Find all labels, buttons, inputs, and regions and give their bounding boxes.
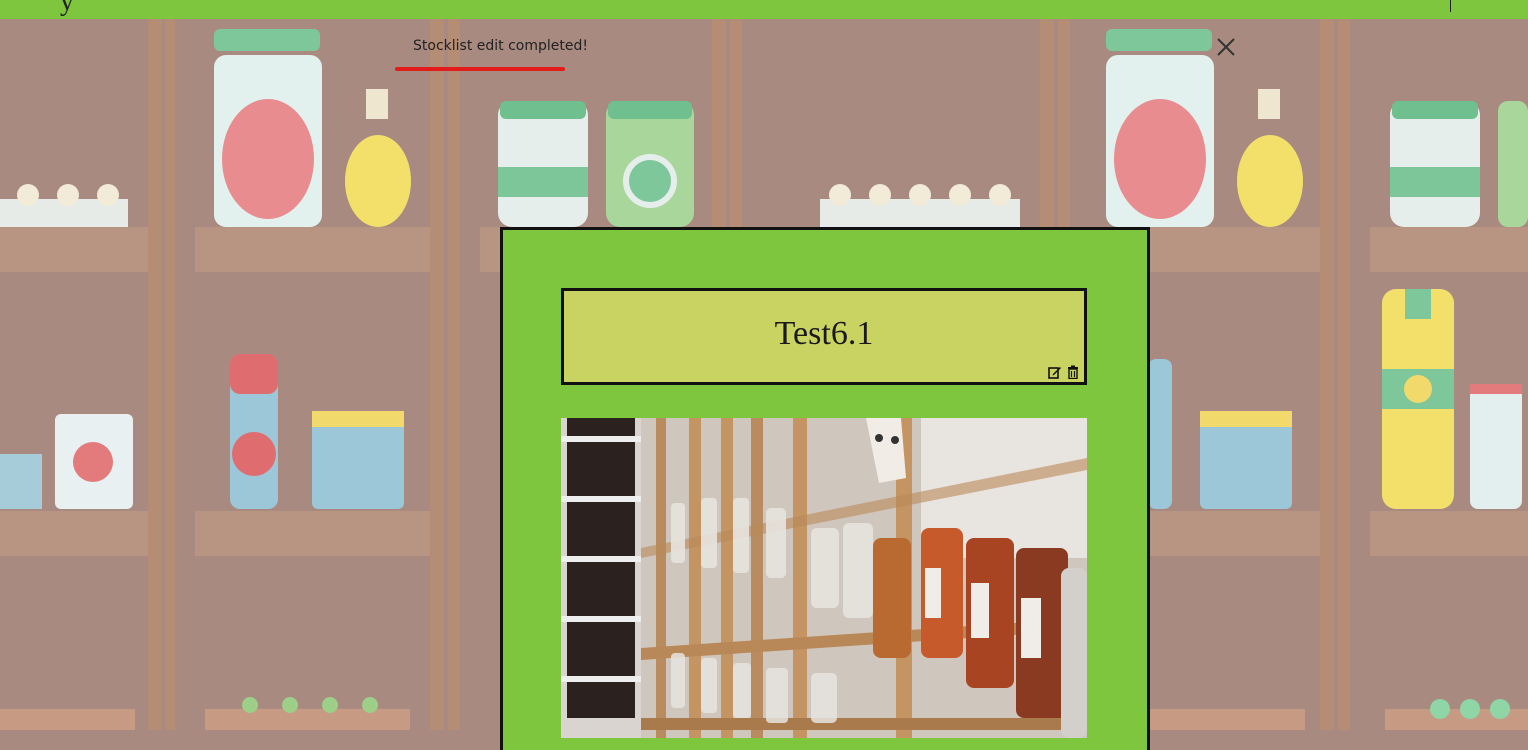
stocklist-title-box: Test6.1: [561, 288, 1087, 385]
stocklist-title: Test6.1: [774, 315, 874, 352]
brand-logo-text[interactable]: y: [60, 0, 74, 18]
close-icon[interactable]: [1217, 38, 1235, 56]
top-navbar: y: [0, 0, 1528, 19]
stocklist-image: [561, 418, 1087, 738]
toast-message: Stocklist edit completed!: [413, 38, 588, 54]
navbar-divider: [1450, 0, 1451, 12]
edit-icon[interactable]: [1048, 365, 1062, 379]
success-toast: Stocklist edit completed!: [395, 30, 1245, 76]
stocklist-card: Test6.1: [500, 227, 1150, 750]
trash-icon[interactable]: [1066, 365, 1080, 380]
toast-progress-bar: [395, 67, 565, 71]
